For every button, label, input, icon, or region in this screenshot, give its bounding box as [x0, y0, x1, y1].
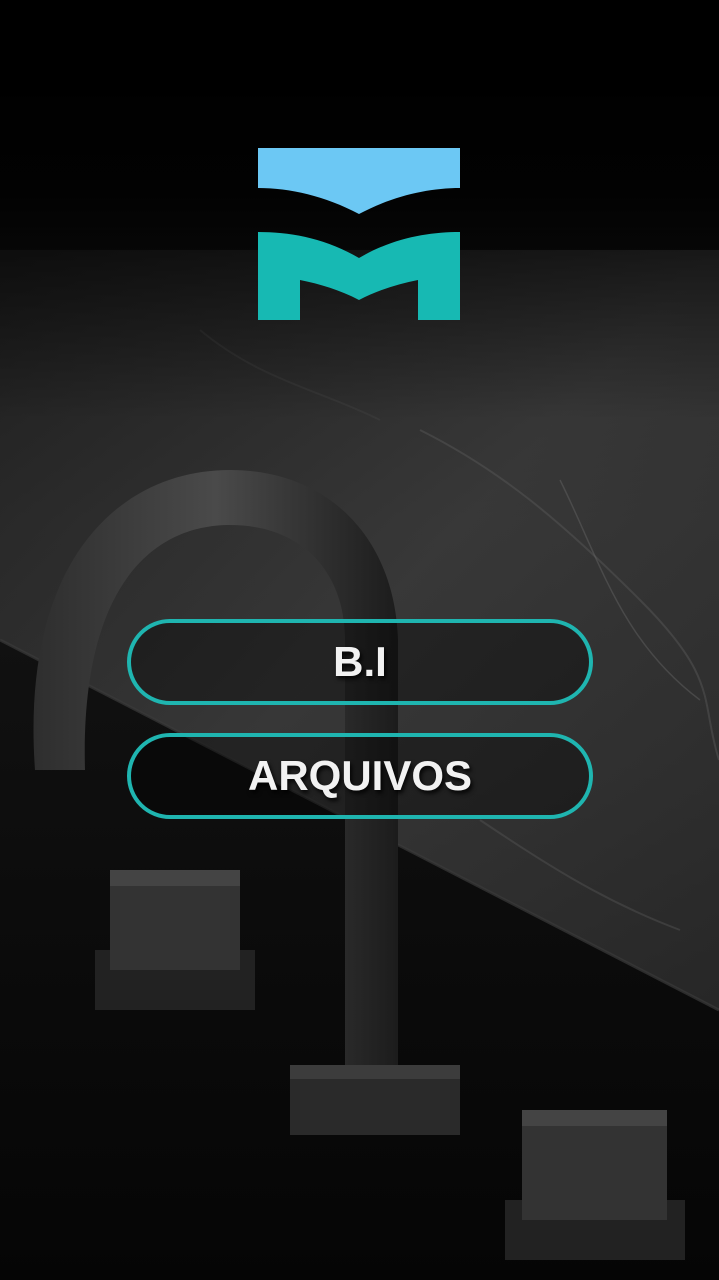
brand-logo-icon [258, 148, 460, 320]
bi-button-label: B.I [333, 638, 387, 685]
logo-m-bottom [258, 232, 460, 320]
home-screen: B.I ARQUIVOS [0, 0, 719, 1280]
bi-button[interactable]: B.I [127, 619, 593, 705]
logo-wave-top [258, 148, 460, 214]
arquivos-button[interactable]: ARQUIVOS [127, 733, 593, 819]
arquivos-button-label: ARQUIVOS [247, 752, 473, 799]
